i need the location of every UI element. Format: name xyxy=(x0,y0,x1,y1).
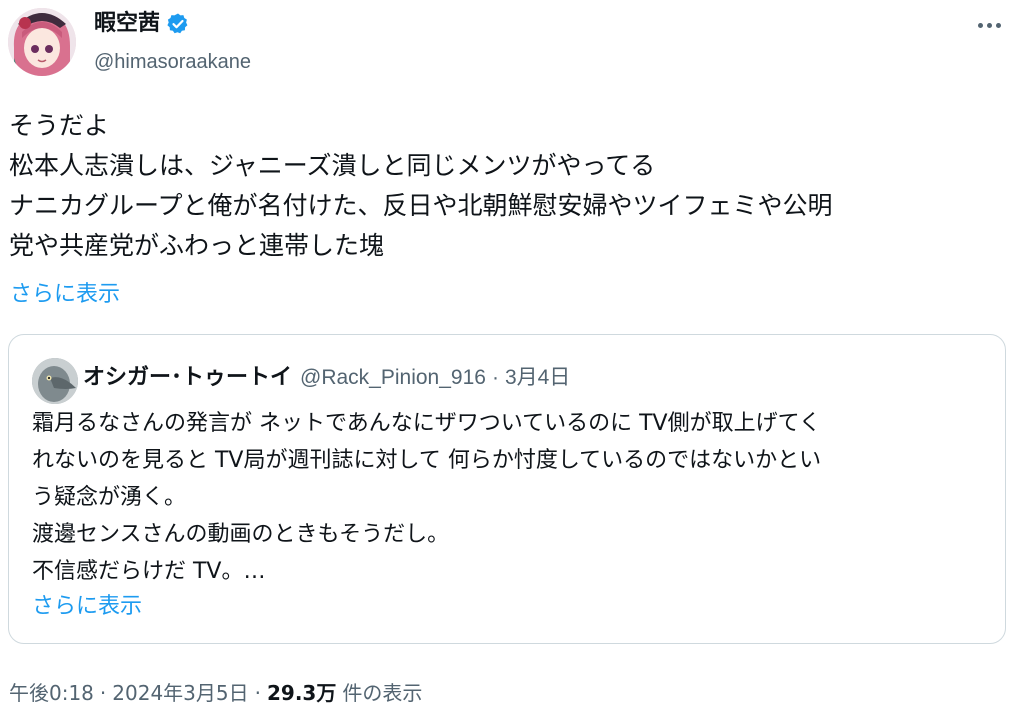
quote-author-name[interactable]: オシガー･トゥートイ xyxy=(83,361,292,395)
tweet-meta: 午後0:18 · 2024年3月5日 · 29.3万 件の表示 xyxy=(9,676,422,710)
tweet-line: ナニカグループと俺が名付けた、反日や北朝鮮慰安婦やツイフェミや公明 xyxy=(9,191,833,220)
quote-show-more-link[interactable]: さらに表示 xyxy=(32,590,142,624)
quote-line: れないのを見ると TV局が週刊誌に対して 何らか忖度しているのではないかとい xyxy=(32,448,822,473)
verified-badge-icon[interactable] xyxy=(166,12,190,36)
more-dot xyxy=(977,22,983,28)
quote-line: う疑念が湧く。 xyxy=(32,485,187,510)
quote-line: 渡邊センスさんの動画のときもそうだし。 xyxy=(32,522,450,547)
meta-separator: · xyxy=(99,681,107,705)
tweet-date[interactable]: 2024年3月5日 xyxy=(112,676,248,710)
tweet-line: そうだよ xyxy=(9,111,110,140)
quote-header: オシガー･トゥートイ @Rack_Pinion_916 · 3月4日 xyxy=(83,361,570,395)
tweet-text: そうだよ 松本人志潰しは、ジャニーズ潰しと同じメンツがやってる ナニカグループと… xyxy=(9,106,1004,266)
meta-separator: · xyxy=(254,681,261,705)
more-dot xyxy=(986,22,992,28)
author-handle[interactable]: @himasoraakane xyxy=(94,48,251,76)
tweet-line: 松本人志潰しは、ジャニーズ潰しと同じメンツがやってる xyxy=(9,151,656,180)
more-options-icon[interactable] xyxy=(975,14,1003,36)
more-dot xyxy=(995,22,1001,28)
author-display-name[interactable]: 暇空茜 xyxy=(94,9,160,39)
quote-text: 霜月るなさんの発言が ネットであんなにザワついているのに TV側が取上げてく れ… xyxy=(32,405,992,590)
quote-line: 不信感だらけだ TV。… xyxy=(32,559,266,584)
author-avatar[interactable] xyxy=(8,8,76,76)
quote-date[interactable]: 3月4日 xyxy=(505,361,570,395)
quote-separator: · xyxy=(491,366,499,389)
quote-author-avatar[interactable] xyxy=(32,358,78,404)
quoted-tweet-card[interactable]: オシガー･トゥートイ @Rack_Pinion_916 · 3月4日 霜月るなさ… xyxy=(8,334,1006,644)
views-count[interactable]: 29.3万 xyxy=(267,676,336,710)
tweet-time[interactable]: 午後0:18 xyxy=(9,676,94,710)
quote-author-handle[interactable]: @Rack_Pinion_916 xyxy=(300,361,486,395)
views-label: 件の表示 xyxy=(342,681,423,705)
author-name-row: 暇空茜 xyxy=(94,9,190,39)
quote-line: 霜月るなさんの発言が ネットであんなにザワついているのに TV側が取上げてく xyxy=(32,411,821,436)
tweet-line: 党や共産党がふわっと連帯した塊 xyxy=(9,231,385,260)
show-more-link[interactable]: さらに表示 xyxy=(10,278,120,312)
